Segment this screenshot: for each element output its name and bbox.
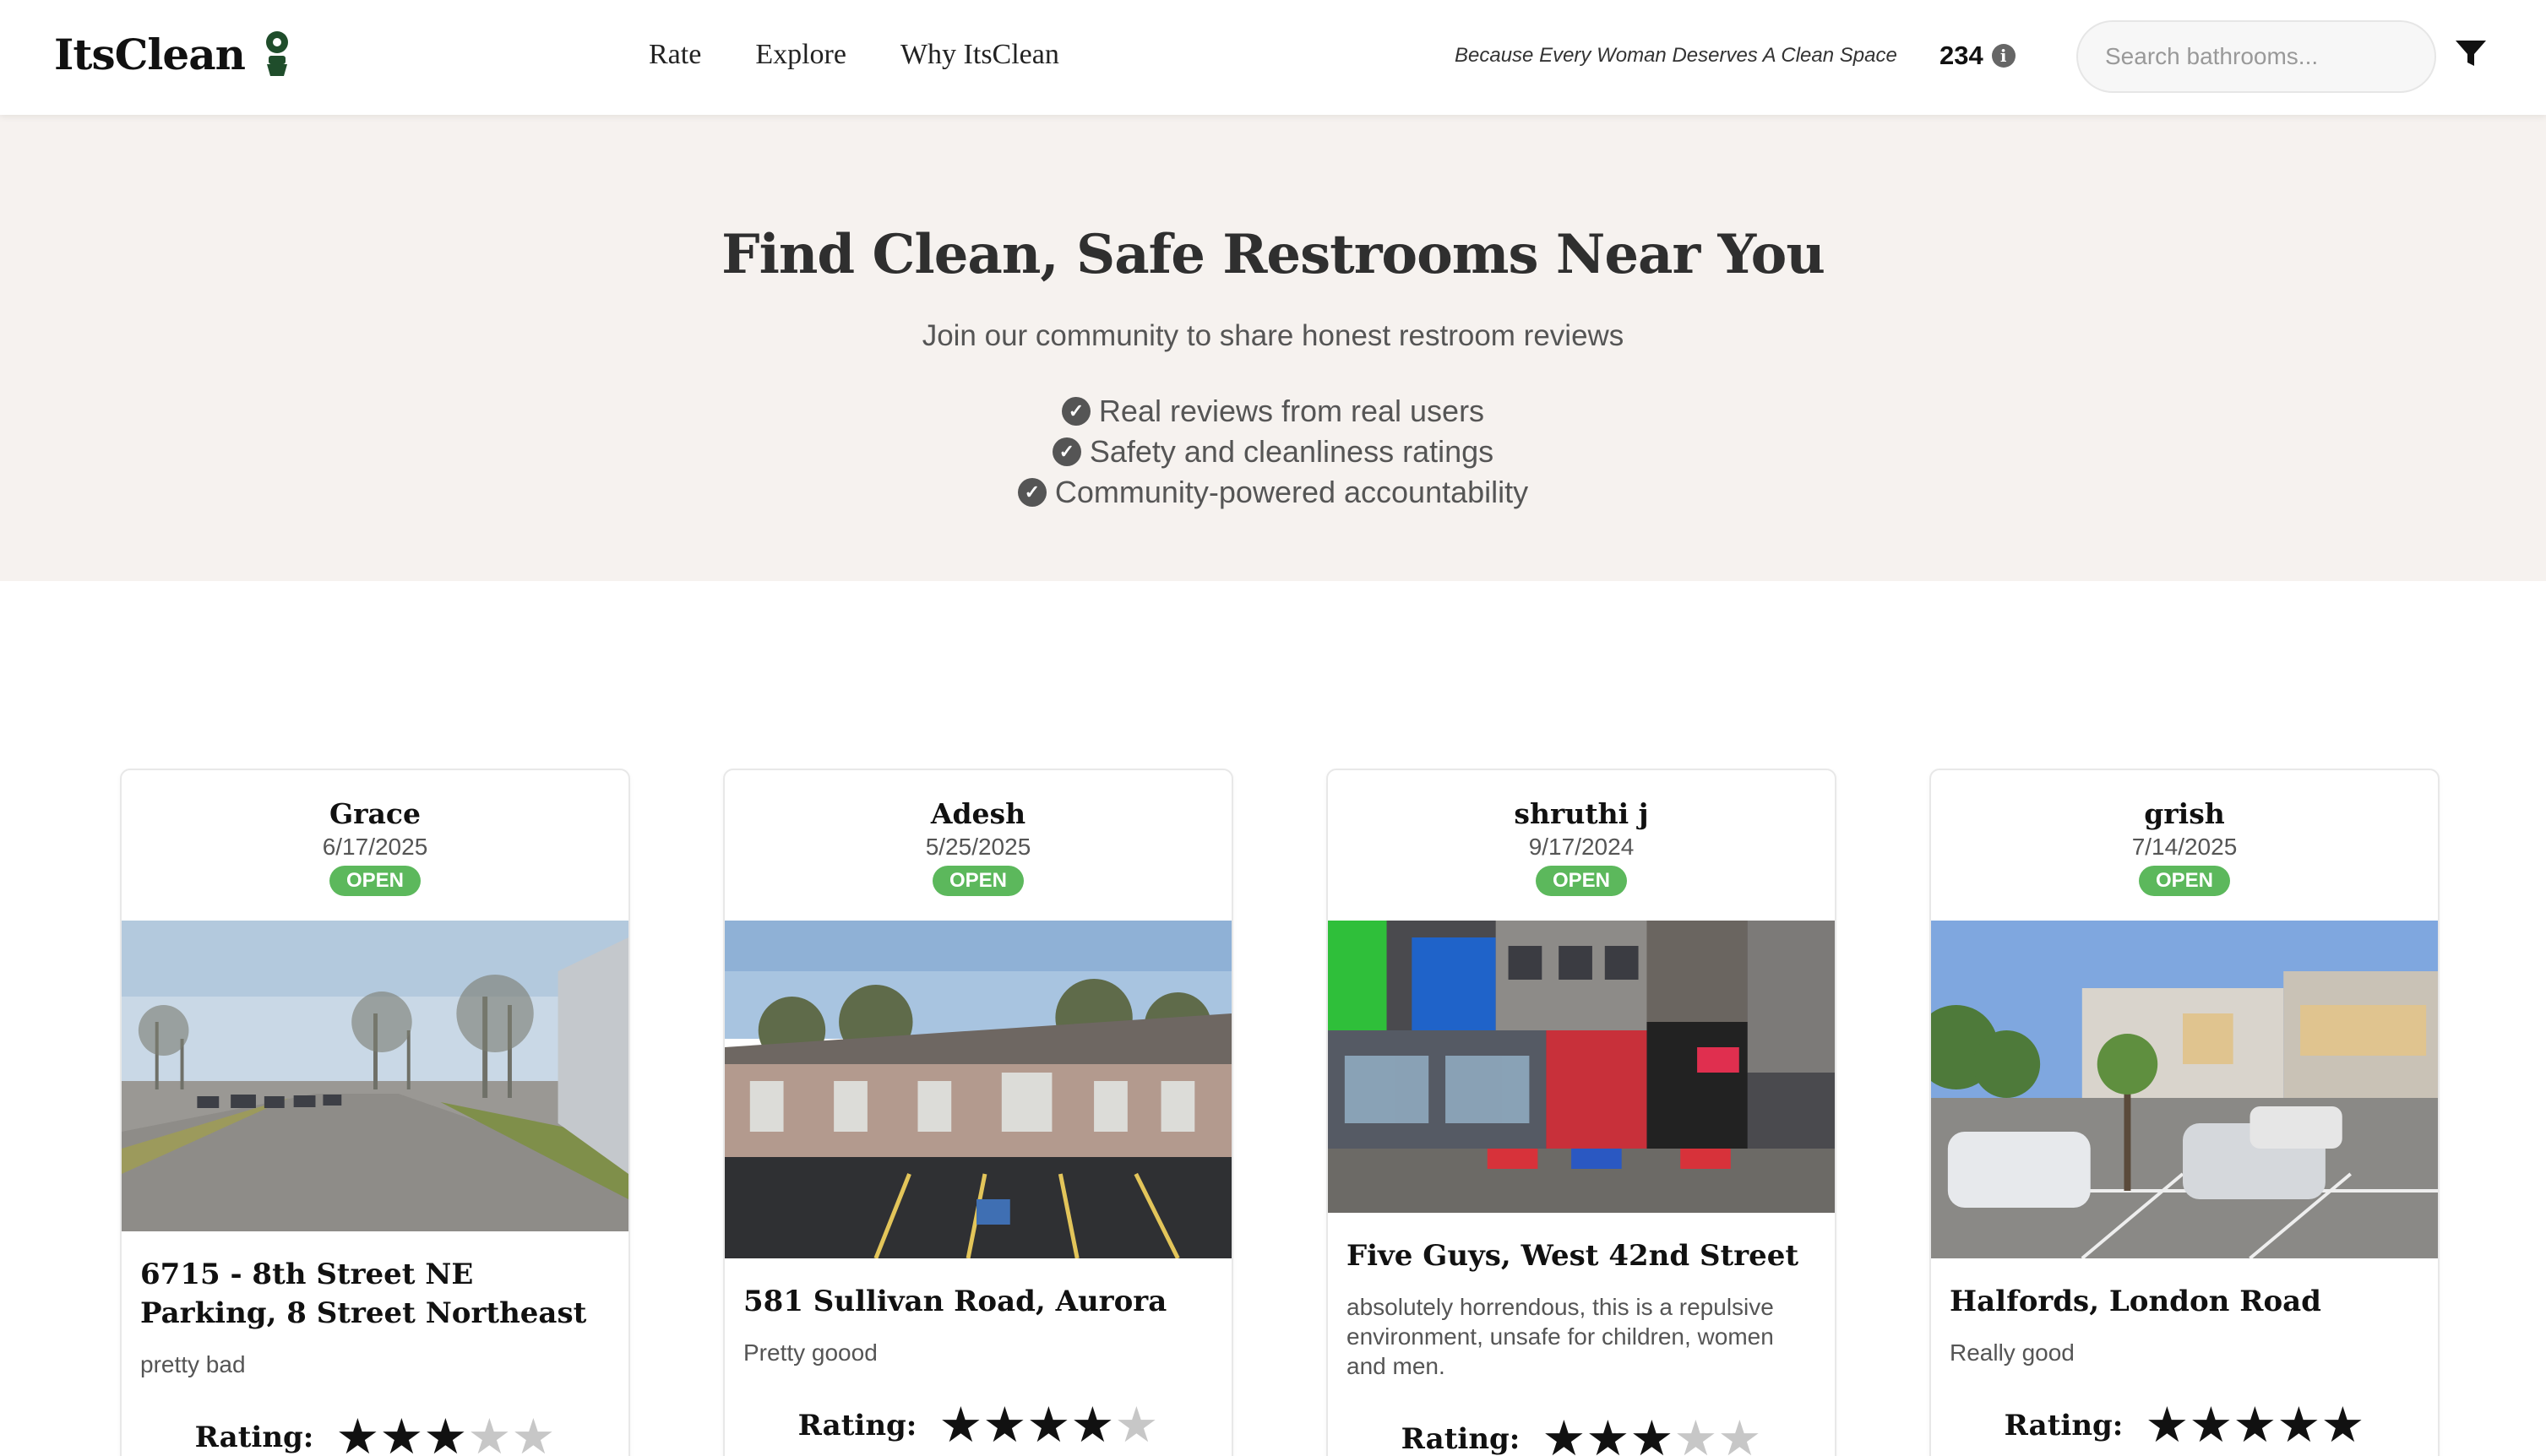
card-user: shruthi j bbox=[1514, 797, 1649, 830]
star-empty-icon: ★ bbox=[511, 1410, 556, 1456]
feature-text: Safety and cleanliness ratings bbox=[1089, 434, 1494, 469]
info-icon[interactable]: i bbox=[1991, 44, 2016, 68]
star-filled-icon: ★ bbox=[1586, 1411, 1630, 1456]
card-user: Adesh bbox=[930, 797, 1026, 830]
star-empty-icon: ★ bbox=[1717, 1411, 1762, 1456]
status-badge: OPEN bbox=[1535, 866, 1627, 896]
hero-section: Find Clean, Safe Restrooms Near You Join… bbox=[0, 115, 2546, 581]
card-date: 5/25/2025 bbox=[925, 834, 1031, 860]
card-body: Five Guys, West 42nd Street absolutely h… bbox=[1328, 1213, 1835, 1456]
toilet-pin-icon bbox=[265, 31, 288, 76]
rating-row: Rating: ★ ★ ★ ★ ★ bbox=[1950, 1401, 2419, 1450]
feature-list: ✓ Real reviews from real users ✓ Safety … bbox=[0, 394, 2546, 510]
check-circle-icon: ✓ bbox=[1017, 478, 1047, 507]
card-date: 9/17/2024 bbox=[1528, 834, 1635, 860]
rating-row: Rating: ★ ★ ★ ★ ★ bbox=[1346, 1415, 1816, 1456]
feature-item: ✓ Safety and cleanliness ratings bbox=[1052, 434, 1494, 470]
star-rating: ★ ★ ★ ★ ★ bbox=[938, 1401, 1158, 1450]
star-filled-icon: ★ bbox=[2233, 1398, 2277, 1453]
rating-label: Rating: bbox=[194, 1421, 314, 1454]
rating-row: Rating: ★ ★ ★ ★ ★ bbox=[140, 1413, 610, 1456]
review-card[interactable]: Adesh 5/25/2025 OPEN 581 Sullivan Road, bbox=[723, 769, 1233, 1456]
star-filled-icon: ★ bbox=[2189, 1398, 2233, 1453]
review-count: 234 i bbox=[1939, 41, 2016, 71]
card-description: Really good bbox=[1950, 1339, 2075, 1366]
location-photo bbox=[1328, 921, 1835, 1213]
star-filled-icon: ★ bbox=[379, 1410, 424, 1456]
card-user: Grace bbox=[329, 797, 422, 830]
star-filled-icon: ★ bbox=[982, 1398, 1027, 1453]
rating-label: Rating: bbox=[1401, 1422, 1521, 1456]
card-title: 6715 - 8th Street NE Parking, 8 Street N… bbox=[140, 1258, 587, 1330]
location-photo bbox=[725, 921, 1232, 1258]
star-filled-icon: ★ bbox=[2145, 1398, 2190, 1453]
feature-item: ✓ Real reviews from real users bbox=[1061, 394, 1485, 429]
location-photo bbox=[122, 921, 628, 1231]
card-description: Pretty goood bbox=[743, 1339, 878, 1366]
star-rating: ★ ★ ★ ★ ★ bbox=[1542, 1415, 1761, 1456]
star-rating: ★ ★ ★ ★ ★ bbox=[2145, 1401, 2364, 1450]
status-badge: OPEN bbox=[2138, 866, 2230, 896]
star-empty-icon: ★ bbox=[1673, 1411, 1718, 1456]
card-description: absolutely horrendous, this is a repulsi… bbox=[1346, 1294, 1774, 1379]
nav-rate[interactable]: Rate bbox=[649, 39, 701, 71]
filter-icon[interactable] bbox=[2455, 39, 2487, 69]
star-filled-icon: ★ bbox=[2277, 1398, 2321, 1453]
check-circle-icon: ✓ bbox=[1052, 437, 1081, 466]
nav-why-itsclean[interactable]: Why ItsClean bbox=[900, 39, 1059, 71]
hero-subtitle: Join our community to share honest restr… bbox=[922, 319, 1624, 352]
card-date: 6/17/2025 bbox=[322, 834, 428, 860]
card-header: grish 7/14/2025 OPEN bbox=[1931, 770, 2438, 921]
rating-label: Rating: bbox=[2004, 1409, 2124, 1442]
star-filled-icon: ★ bbox=[938, 1398, 983, 1453]
card-header: shruthi j 9/17/2024 OPEN bbox=[1328, 770, 1835, 921]
card-title: Halfords, London Road bbox=[1950, 1285, 2321, 1318]
star-rating: ★ ★ ★ ★ ★ bbox=[335, 1413, 555, 1456]
location-photo bbox=[1931, 921, 2438, 1258]
star-filled-icon: ★ bbox=[1026, 1398, 1071, 1453]
card-body: 6715 - 8th Street NE Parking, 8 Street N… bbox=[122, 1231, 628, 1456]
card-title: Five Guys, West 42nd Street bbox=[1346, 1239, 1799, 1273]
search-input[interactable] bbox=[2076, 20, 2436, 93]
star-filled-icon: ★ bbox=[1629, 1411, 1674, 1456]
star-filled-icon: ★ bbox=[1070, 1398, 1115, 1453]
card-user: grish bbox=[2144, 797, 2225, 830]
tagline: Because Every Woman Deserves A Clean Spa… bbox=[1455, 44, 1897, 67]
feature-text: Real reviews from real users bbox=[1098, 394, 1485, 428]
card-description: pretty bad bbox=[140, 1351, 246, 1377]
review-card[interactable]: Grace 6/17/2025 OPEN 6715 - 8th Street N… bbox=[120, 769, 630, 1456]
star-filled-icon: ★ bbox=[1542, 1411, 1586, 1456]
rating-row: Rating: ★ ★ ★ ★ ★ bbox=[743, 1401, 1213, 1450]
card-header: Grace 6/17/2025 OPEN bbox=[122, 770, 628, 921]
feature-text: Community-powered accountability bbox=[1054, 475, 1529, 509]
check-circle-icon: ✓ bbox=[1061, 397, 1091, 426]
status-badge: OPEN bbox=[932, 866, 1024, 896]
card-title: 581 Sullivan Road, Aurora bbox=[743, 1285, 1167, 1318]
star-filled-icon: ★ bbox=[335, 1410, 380, 1456]
rating-label: Rating: bbox=[797, 1409, 917, 1442]
review-cards: Grace 6/17/2025 OPEN 6715 - 8th Street N… bbox=[120, 769, 2440, 1456]
navbar: ItsClean Rate Explore Why ItsClean Becau… bbox=[0, 0, 2546, 115]
star-filled-icon: ★ bbox=[2320, 1398, 2365, 1453]
star-empty-icon: ★ bbox=[467, 1410, 512, 1456]
brand-name: ItsClean bbox=[54, 29, 246, 79]
card-body: Halfords, London Road Really good Rating… bbox=[1931, 1258, 2438, 1450]
review-card[interactable]: grish 7/14/2025 OPEN Halfords, London Ro… bbox=[1929, 769, 2440, 1456]
star-filled-icon: ★ bbox=[423, 1410, 468, 1456]
brand-logo[interactable]: ItsClean bbox=[54, 29, 292, 79]
review-count-value: 234 bbox=[1939, 41, 1983, 70]
card-body: 581 Sullivan Road, Aurora Pretty goood R… bbox=[725, 1258, 1232, 1450]
star-empty-icon: ★ bbox=[1114, 1398, 1159, 1453]
hero-title: Find Clean, Safe Restrooms Near You bbox=[721, 223, 1825, 286]
card-header: Adesh 5/25/2025 OPEN bbox=[725, 770, 1232, 921]
feature-item: ✓ Community-powered accountability bbox=[1017, 475, 1529, 510]
status-badge: OPEN bbox=[329, 866, 421, 896]
nav-explore[interactable]: Explore bbox=[755, 39, 846, 71]
main-nav: Rate Explore Why ItsClean bbox=[649, 39, 1059, 71]
review-card[interactable]: shruthi j 9/17/2024 OPEN Five Guys, West… bbox=[1326, 769, 1836, 1456]
card-date: 7/14/2025 bbox=[2131, 834, 2238, 860]
